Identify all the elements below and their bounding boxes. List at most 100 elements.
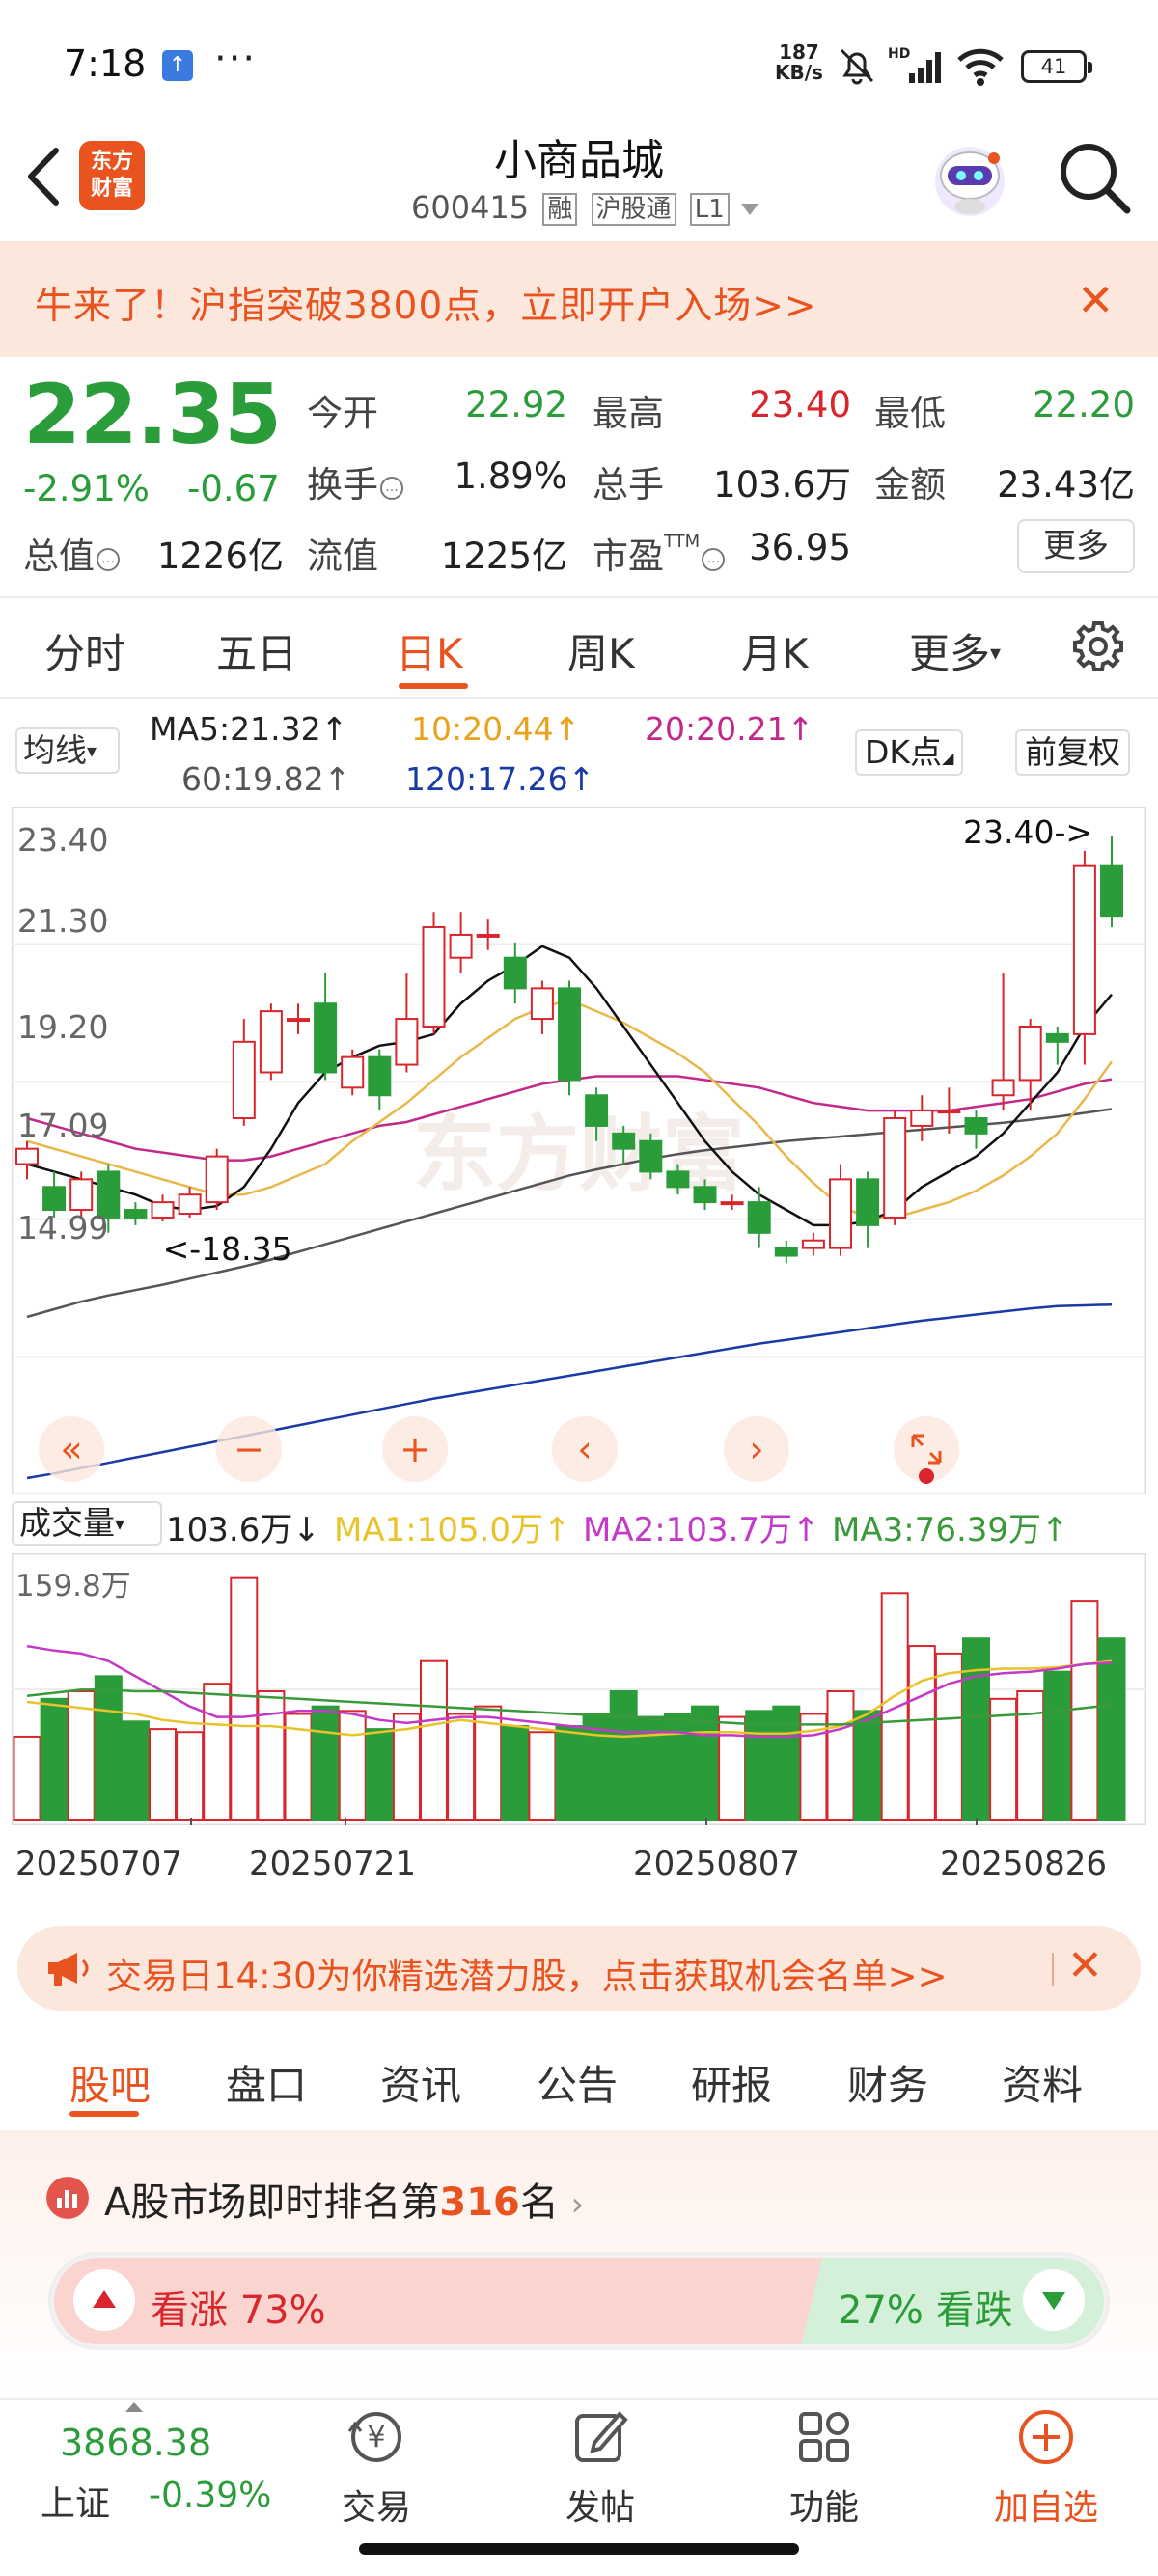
gear-icon[interactable]: [1071, 619, 1125, 673]
candle-body: [747, 1201, 771, 1234]
candle-body: [883, 1117, 907, 1219]
tab-news[interactable]: 资讯: [380, 2053, 461, 2112]
vote-up-button[interactable]: [73, 2269, 135, 2331]
svg-text:HD: HD: [888, 46, 910, 62]
amount-label: 金额: [874, 464, 946, 506]
candle-body: [503, 956, 527, 990]
tab-more[interactable]: 更多▾: [909, 621, 1001, 680]
candle-body: [774, 1247, 798, 1257]
divider: [0, 596, 1158, 598]
float-cap-value: 1225亿: [440, 535, 567, 577]
candle-body: [151, 1201, 175, 1219]
index-name[interactable]: 上证: [41, 2476, 110, 2526]
level-dropdown-icon[interactable]: [739, 202, 760, 217]
rank-suffix: 名: [519, 2180, 559, 2225]
candle-body: [1072, 864, 1096, 1035]
low-label: 最低: [874, 393, 946, 434]
candle-body: [422, 926, 446, 1028]
tab-financials[interactable]: 财务: [847, 2053, 928, 2112]
search-icon[interactable]: [1054, 137, 1133, 216]
notice-text[interactable]: 交易日14:30为你精选潜力股，点击获取机会名单>>: [106, 1947, 948, 1999]
index-change[interactable]: -0.39%: [149, 2476, 271, 2515]
info-icon[interactable]: …: [96, 548, 120, 571]
candle-body: [666, 1170, 690, 1189]
open-value: 22.92: [465, 384, 567, 425]
candle-body: [341, 1055, 365, 1089]
indicator-dot: [919, 1468, 934, 1484]
nav-functions[interactable]: 功能: [789, 2480, 859, 2530]
close-icon[interactable]: ✕: [1077, 278, 1115, 322]
more-notifications-indicator: ···: [214, 37, 258, 81]
add-circle-icon[interactable]: [1011, 2402, 1081, 2472]
assistant-robot-icon[interactable]: [928, 137, 1011, 220]
info-icon[interactable]: …: [702, 548, 726, 571]
compose-icon[interactable]: [565, 2402, 635, 2472]
candle-body: [720, 1201, 744, 1206]
nav-add-watchlist[interactable]: 加自选: [994, 2480, 1098, 2530]
vote-down-button[interactable]: [1023, 2269, 1085, 2331]
tab-forum[interactable]: 股吧: [69, 2053, 151, 2112]
volume-bar: [311, 1705, 340, 1822]
chart-control-icon: +: [400, 1428, 430, 1470]
change-amount: -0.67: [187, 468, 280, 509]
volume-indicator-select[interactable]: 成交量▾: [12, 1501, 162, 1546]
pe-ttm-sup: TTM: [664, 532, 701, 552]
dk-point-button[interactable]: DK点◢: [855, 729, 964, 776]
kline-chart[interactable]: 东方财富23.4021.3019.2017.0914.9923.40-><-18…: [12, 807, 1146, 1494]
volume-bar: [663, 1713, 692, 1821]
caret-down-icon: ▾: [990, 642, 1002, 666]
tab-five-day[interactable]: 五日: [216, 621, 297, 680]
vote-up-label[interactable]: 看涨 73%: [151, 2279, 326, 2335]
float-cap-label: 流值: [307, 535, 378, 577]
vote-down-label[interactable]: 27% 看跌: [838, 2279, 1013, 2335]
indicator-select[interactable]: 均线▾: [15, 727, 120, 774]
volume-bar: [962, 1637, 990, 1821]
promo-banner-text[interactable]: 牛来了！沪指突破3800点，立即开户入场>>: [35, 276, 817, 330]
nav-post[interactable]: 发帖: [565, 2480, 635, 2530]
info-icon[interactable]: …: [380, 477, 403, 500]
candle-body: [69, 1178, 94, 1212]
change-percent: -2.91%: [23, 468, 150, 509]
pe-value: 36.95: [749, 527, 851, 568]
caret-up-icon[interactable]: [124, 2400, 145, 2414]
tab-intraday[interactable]: 分时: [44, 621, 125, 680]
high-value: 23.40: [749, 384, 851, 425]
candle-body: [178, 1193, 202, 1215]
tab-profile[interactable]: 资料: [1002, 2053, 1083, 2112]
ma5-value: MA5:21.32↑: [150, 710, 348, 748]
network-speed: 187 KB/s: [775, 42, 823, 83]
volume-bar: [853, 1710, 882, 1821]
candle-body: [124, 1209, 148, 1219]
adjust-price-button[interactable]: 前复权: [1015, 729, 1130, 776]
volume-bar: [501, 1724, 530, 1821]
candle-body: [937, 1110, 961, 1114]
divider: [0, 697, 1158, 699]
network-speed-unit: KB/s: [775, 61, 823, 84]
tab-monthly-k[interactable]: 月K: [741, 621, 809, 680]
tab-announcements[interactable]: 公告: [537, 2053, 618, 2112]
volume-bar: [94, 1675, 123, 1822]
ma60-value: 60:19.82↑: [181, 760, 351, 798]
rank-prefix: A股市场即时排名第: [104, 2180, 440, 2225]
home-indicator[interactable]: [359, 2543, 799, 2555]
level-tag: L1: [689, 193, 730, 226]
tab-research[interactable]: 研报: [691, 2053, 772, 2112]
grid-apps-icon[interactable]: [789, 2402, 859, 2472]
tab-weekly-k[interactable]: 周K: [567, 621, 635, 680]
trade-icon[interactable]: ¥: [342, 2402, 411, 2472]
ma10-value: 10:20.44↑: [411, 710, 581, 748]
volume-ma1: MA1:105.0万↑: [334, 1511, 571, 1549]
mute-bell-icon: [840, 48, 874, 85]
tab-daily-k[interactable]: 日K: [396, 621, 463, 680]
market-rank[interactable]: A股市场即时排名第316名 ›: [104, 2171, 584, 2227]
close-icon[interactable]: ✕: [1067, 1941, 1103, 1990]
nav-trade[interactable]: 交易: [342, 2480, 411, 2530]
volume-bar: [257, 1690, 286, 1821]
tab-order-book[interactable]: 盘口: [226, 2053, 307, 2112]
index-value[interactable]: 3868.38: [60, 2422, 211, 2464]
chart-control-icon: −: [234, 1428, 264, 1470]
volume-chart[interactable]: 159.8万: [12, 1553, 1146, 1825]
volume-bar: [880, 1592, 909, 1822]
more-button[interactable]: 更多: [1017, 519, 1135, 573]
chart-control-icon: ‹: [577, 1428, 592, 1470]
